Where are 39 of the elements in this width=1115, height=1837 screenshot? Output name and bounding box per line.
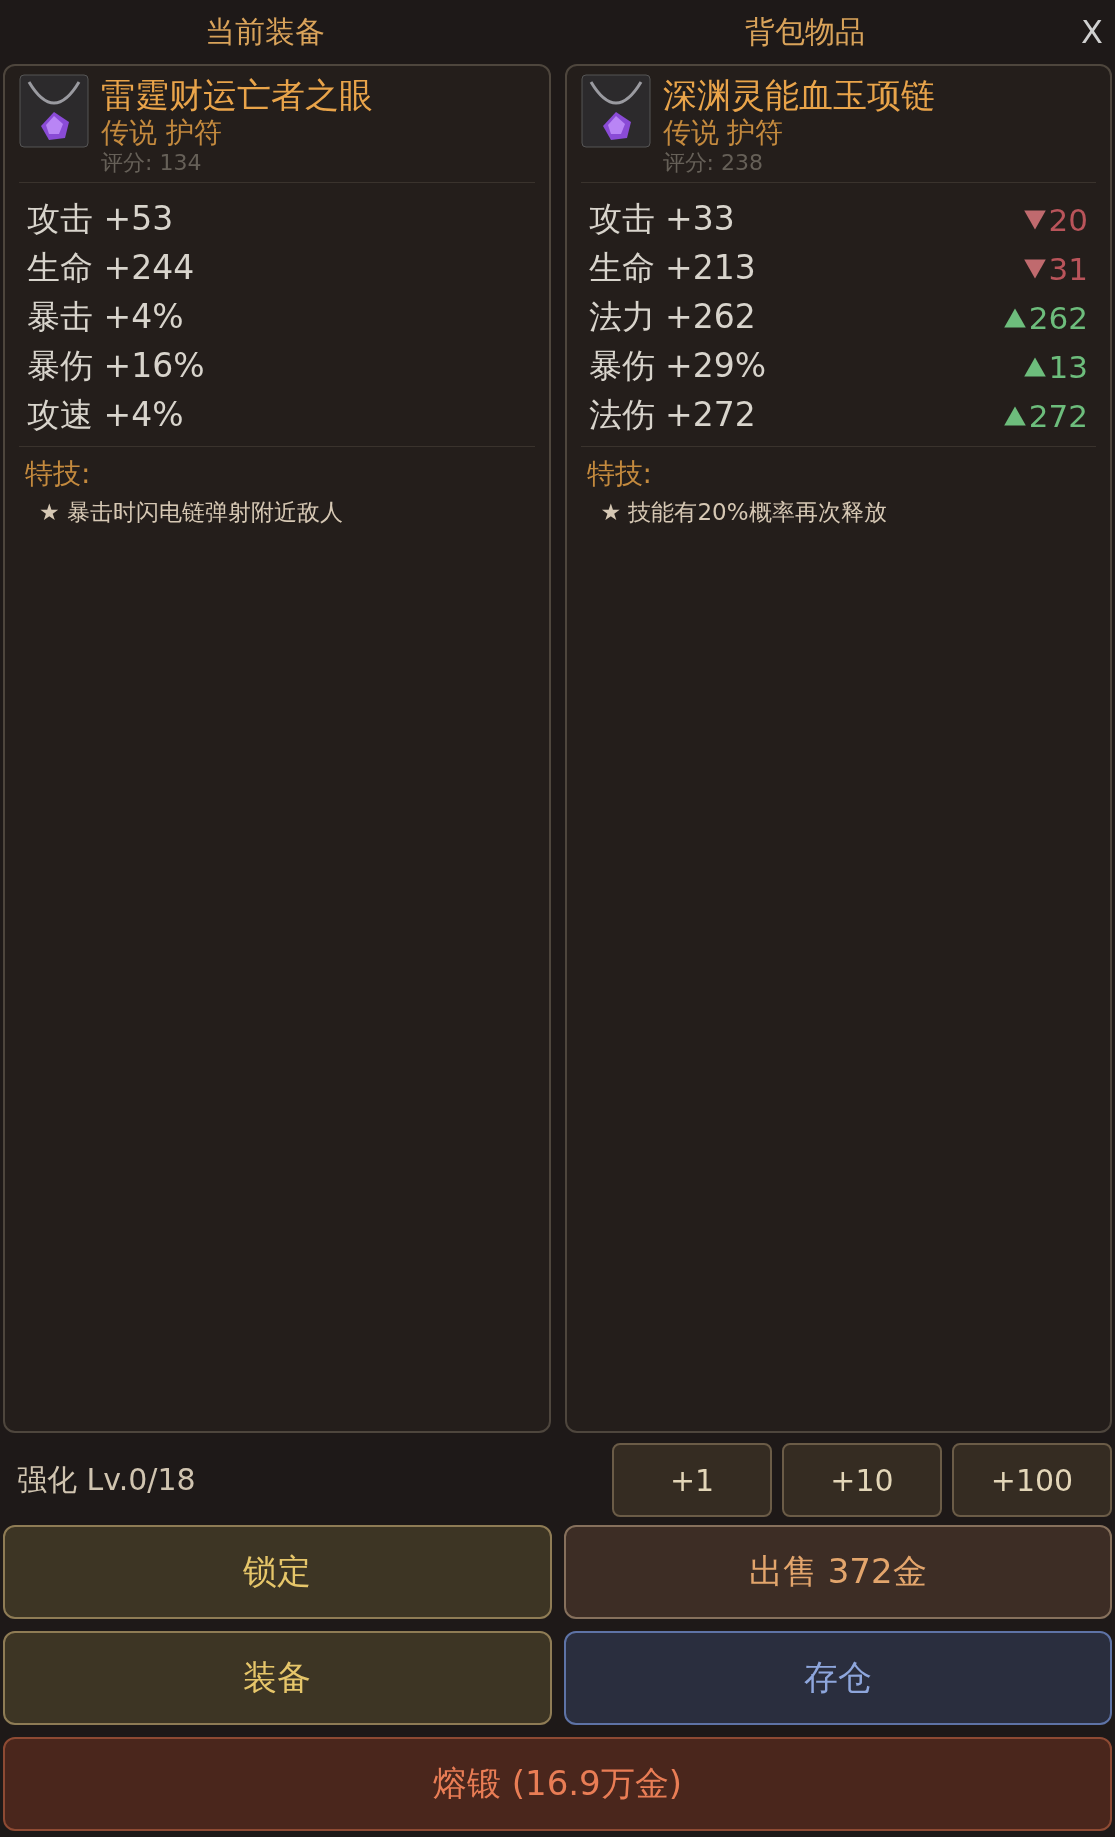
- stat-text: 暴击 +4%: [27, 296, 184, 338]
- stat-text: 攻击 +53: [27, 198, 174, 240]
- stat-text: 暴伤 +16%: [27, 345, 205, 387]
- enhance-level: 强化 Lv.0/18: [16, 1460, 196, 1499]
- change-value: 262: [1028, 299, 1088, 336]
- item-name: 深渊灵能血玉项链: [662, 74, 935, 116]
- item-score: 评分: 134: [101, 150, 203, 176]
- item-rarity: 传说 护符: [662, 116, 785, 150]
- panel-title: 背包物品: [744, 12, 865, 51]
- skill-text: ★ 暴击时闪电链弹射附近敌人: [39, 498, 344, 527]
- stat-text: 法力 +262: [588, 296, 756, 338]
- stat-text: 攻速 +4%: [27, 394, 184, 436]
- skill-text: ★ 技能有20%概率再次释放: [600, 498, 888, 527]
- item-score: 评分: 238: [662, 150, 764, 176]
- necklace-icon: [580, 74, 651, 148]
- item-name: 雷霆财运亡者之眼: [101, 74, 373, 116]
- close-button[interactable]: X: [1072, 13, 1112, 51]
- enhance-button[interactable]: +10: [782, 1443, 942, 1517]
- stat-text: 暴伤 +29%: [588, 345, 766, 387]
- change-value: 31: [1048, 250, 1088, 287]
- panel-title: 当前装备: [205, 12, 326, 51]
- stat-text: 法伤 +272: [588, 394, 756, 436]
- action-button[interactable]: 熔锻 (16.9万金): [3, 1737, 1112, 1831]
- enhance-button[interactable]: +100: [952, 1443, 1112, 1517]
- necklace-icon: [19, 74, 89, 148]
- action-button[interactable]: 锁定: [3, 1525, 552, 1619]
- enhance-button[interactable]: +1: [612, 1443, 772, 1517]
- skill-label: 特技:: [586, 456, 653, 492]
- action-button[interactable]: 出售 372金: [563, 1525, 1112, 1619]
- change-value: 272: [1028, 397, 1088, 434]
- change-value: 20: [1048, 201, 1088, 238]
- skill-label: 特技:: [25, 456, 92, 492]
- item-rarity: 传说 护符: [101, 116, 223, 150]
- action-button[interactable]: 存仓: [563, 1631, 1112, 1725]
- change-value: 13: [1048, 348, 1088, 385]
- stat-text: 生命 +213: [588, 247, 756, 289]
- action-button[interactable]: 装备: [3, 1631, 552, 1725]
- stat-text: 攻击 +33: [588, 198, 735, 240]
- stat-text: 生命 +244: [27, 247, 195, 289]
